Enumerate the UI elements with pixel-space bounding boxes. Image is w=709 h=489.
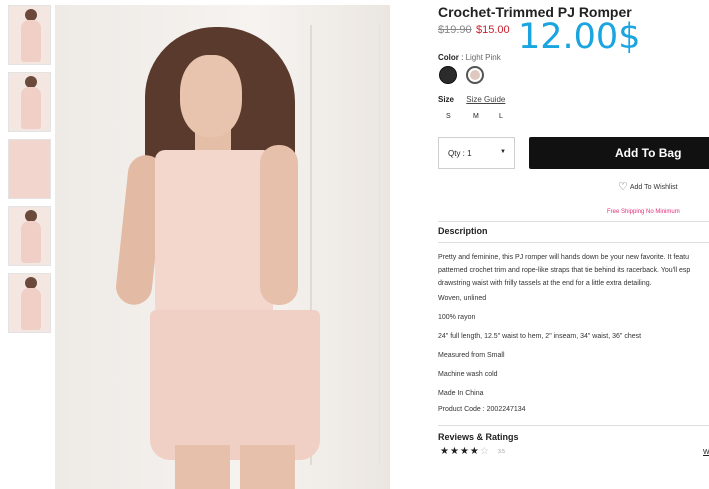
- spec-item: Machine wash cold: [438, 371, 498, 378]
- description-paragraph: Pretty and feminine, this PJ romper will…: [438, 254, 691, 287]
- model-leg-left: [175, 445, 230, 489]
- add-to-wishlist-link[interactable]: ♡ Add To Wishlist: [618, 180, 678, 193]
- thumbnail-gallery: [8, 5, 52, 340]
- size-option-m[interactable]: M: [473, 113, 479, 120]
- star-icon: ★: [440, 446, 450, 457]
- quantity-select[interactable]: Qty : 1 ▼: [438, 137, 515, 169]
- size-option-s[interactable]: S: [446, 113, 451, 120]
- spec-item: 100% rayon: [438, 314, 476, 321]
- star-icon: ★: [459, 446, 470, 457]
- description-heading: Description: [438, 226, 488, 236]
- original-price: $19.90: [438, 24, 472, 36]
- star-half-icon: ★: [469, 446, 480, 457]
- thumbnail-3[interactable]: [8, 139, 51, 199]
- model-leg-right: [240, 445, 295, 489]
- spec-item: Measured from Small: [438, 352, 505, 359]
- wall-panel: [310, 25, 380, 465]
- star-rating: ★★★★☆: [440, 446, 490, 457]
- product-code: Product Code : 2002247134: [438, 406, 526, 413]
- write-review-link[interactable]: Wi: [703, 449, 709, 456]
- spec-item: 24" full length, 12.5" waist to hem, 2" …: [438, 333, 642, 340]
- thumbnail-5[interactable]: [8, 273, 51, 333]
- color-label: Color : Light Pink: [438, 53, 501, 62]
- size-row: Size Size Guide: [438, 95, 505, 104]
- thumbnail-4[interactable]: [8, 206, 51, 266]
- product-details: Crochet-Trimmed PJ Romper $19.90 $15.00 …: [438, 0, 709, 489]
- thumbnail-1[interactable]: [8, 5, 51, 65]
- main-product-image[interactable]: [55, 5, 390, 489]
- selected-color: Light Pink: [465, 53, 501, 62]
- sale-price: $15.00: [476, 24, 510, 36]
- overlay-price: 12.00$: [518, 17, 641, 57]
- spec-item: Made In China: [438, 390, 484, 397]
- free-shipping-note: Free Shipping No Minimum: [607, 209, 680, 215]
- size-option-l[interactable]: L: [499, 113, 503, 120]
- divider: [438, 242, 709, 243]
- thumbnail-2[interactable]: [8, 72, 51, 132]
- romper-shorts: [150, 310, 320, 460]
- divider: [438, 221, 709, 222]
- dropdown-caret-icon: ▼: [500, 149, 506, 155]
- quantity-value: Qty : 1: [448, 149, 472, 158]
- star-empty-icon: ☆: [479, 446, 490, 457]
- heart-icon: ♡: [618, 181, 628, 193]
- size-guide-link[interactable]: Size Guide: [466, 95, 505, 104]
- reviews-heading: Reviews & Ratings: [438, 432, 519, 442]
- rating-value: 3.5: [498, 449, 505, 455]
- model-face: [180, 55, 242, 137]
- add-to-bag-button[interactable]: Add To Bag: [529, 137, 709, 169]
- swatch-black[interactable]: [439, 66, 457, 84]
- wishlist-label: Add To Wishlist: [629, 184, 678, 191]
- star-icon: ★: [449, 446, 460, 457]
- romper-top: [155, 150, 273, 320]
- divider: [438, 425, 709, 426]
- swatch-light-pink[interactable]: [466, 66, 484, 84]
- spec-item: Woven, unlined: [438, 295, 487, 302]
- model-arm-right: [260, 145, 298, 305]
- size-label: Size: [438, 95, 455, 104]
